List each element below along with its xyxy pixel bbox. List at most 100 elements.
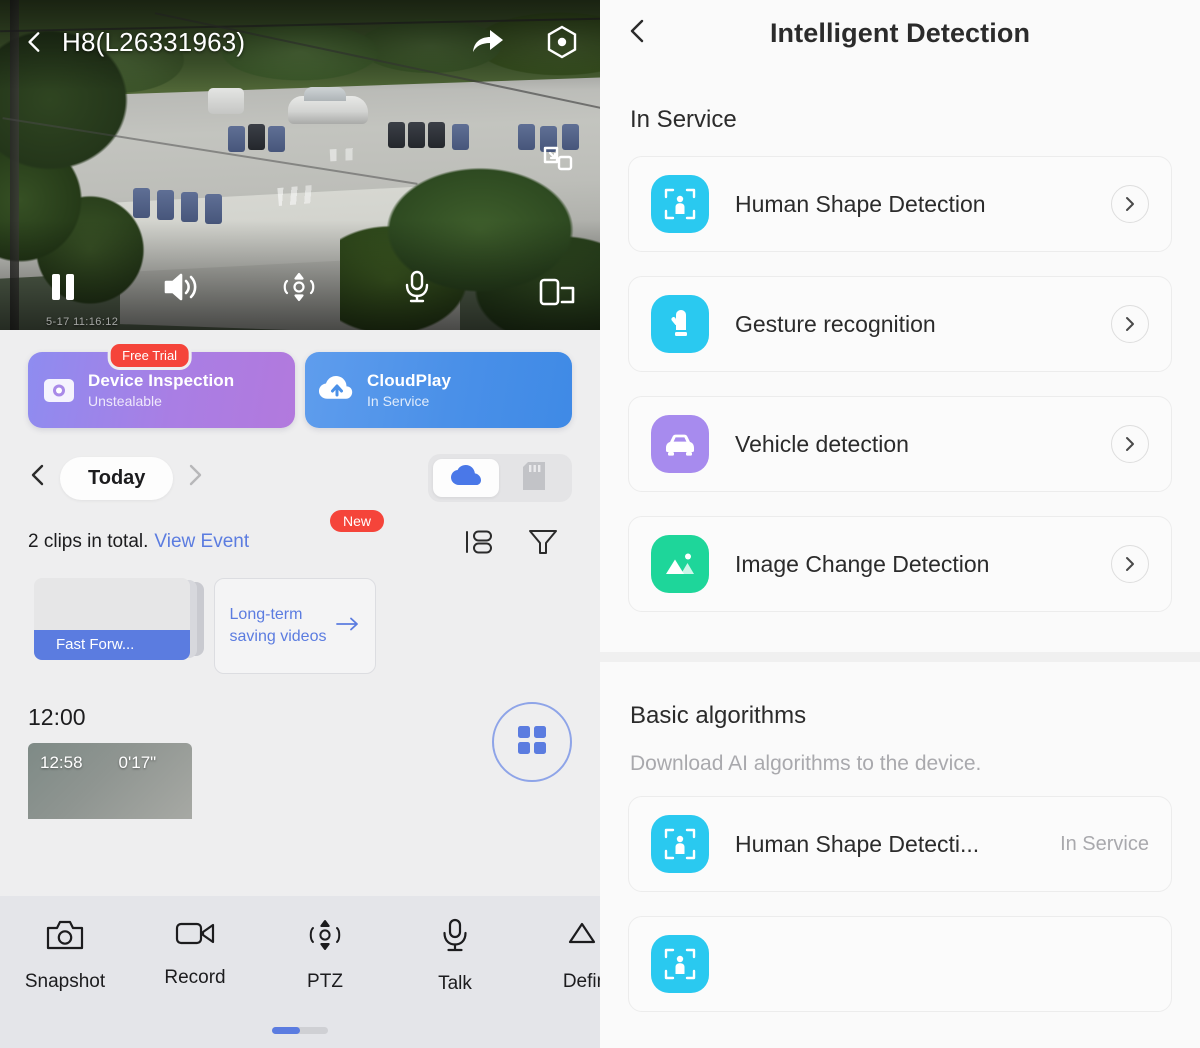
arrow-right-icon xyxy=(336,616,360,637)
human-shape-icon xyxy=(651,935,709,993)
vehicle-car-icon xyxy=(651,415,709,473)
fast-forward-label: Fast Forw... xyxy=(34,630,190,660)
gesture-hand-icon xyxy=(651,295,709,353)
toolbar-item-definition[interactable]: Defin xyxy=(520,918,600,993)
video-timestamp: 5-17 11:16:12 xyxy=(46,316,119,328)
camera-inspect-icon xyxy=(42,375,76,405)
basic-algorithms-heading: Basic algorithms xyxy=(630,702,807,729)
view-event-link[interactable]: View Event xyxy=(154,531,249,553)
video-camera-icon xyxy=(175,918,215,953)
basic-algorithm-label: Human Shape Detecti... xyxy=(735,830,980,857)
live-video-player[interactable]: H8(L26331963) 5-17 11:16:12 xyxy=(0,0,600,330)
chevron-right-icon[interactable] xyxy=(1111,185,1149,223)
toolbar-label: Record xyxy=(164,967,226,988)
toolbar-page-indicator xyxy=(0,1027,600,1048)
detection-label: Vehicle detection xyxy=(735,430,909,457)
timeline-section: 12:00 12:58 0'17" xyxy=(0,674,600,819)
pause-icon[interactable] xyxy=(50,272,76,302)
camera-icon xyxy=(46,918,84,957)
in-service-heading: In Service xyxy=(630,106,737,133)
grid-view-button[interactable] xyxy=(492,702,572,782)
section-divider xyxy=(600,652,1200,662)
date-selector-bar: Today xyxy=(0,428,600,502)
service-title: Device Inspection xyxy=(88,371,235,390)
toolbar-item-record[interactable]: Record xyxy=(130,918,260,989)
toolbar-item-ptz[interactable]: PTZ xyxy=(260,918,390,993)
clips-summary-row: 2 clips in total. View Event New xyxy=(0,502,600,556)
basic-algorithms-subtitle: Download AI algorithms to the device. xyxy=(630,752,982,775)
microphone-icon xyxy=(439,918,471,959)
service-cards: Device Inspection Unstealable Free Trial… xyxy=(0,330,600,428)
basic-algorithm-item[interactable] xyxy=(628,916,1172,1012)
detection-label: Image Change Detection xyxy=(735,550,990,577)
clip-time-label: 12:58 xyxy=(40,753,83,772)
sdcard-storage-option[interactable] xyxy=(501,459,567,497)
next-day-button[interactable] xyxy=(185,463,205,493)
chevron-right-icon[interactable] xyxy=(1111,545,1149,583)
ptz-icon xyxy=(306,918,344,957)
intelligent-detection-panel: Intelligent Detection In Service Human S… xyxy=(600,0,1200,1048)
service-title: CloudPlay xyxy=(367,371,452,390)
chevron-right-icon[interactable] xyxy=(1111,305,1149,343)
cloud-icon xyxy=(451,464,481,492)
long-term-line2: saving videos xyxy=(229,628,327,645)
page-title: Intelligent Detection xyxy=(769,17,1031,48)
share-arrow-icon[interactable] xyxy=(470,27,506,57)
toolbar-item-snapshot[interactable]: Snapshot xyxy=(0,918,130,993)
human-shape-icon xyxy=(651,175,709,233)
grid-four-squares-icon xyxy=(517,725,547,760)
toolbar-label: PTZ xyxy=(307,971,343,992)
microphone-icon[interactable] xyxy=(402,270,432,304)
timeline-hour-label: 12:00 xyxy=(28,704,86,730)
bottom-toolbar: Snapshot Record PTZ Talk Defi xyxy=(0,896,600,1048)
device-inspection-card[interactable]: Device Inspection Unstealable Free Trial xyxy=(28,341,295,428)
video-control-bar xyxy=(0,252,600,322)
chevron-right-icon[interactable] xyxy=(1111,425,1149,463)
list-layout-icon[interactable] xyxy=(464,528,494,556)
toolbar-item-talk[interactable]: Talk xyxy=(390,918,520,995)
storage-source-toggle xyxy=(428,454,572,502)
clip-cards-row: Fast Forw... Long-term saving videos xyxy=(0,556,600,674)
toolbar-label: Snapshot xyxy=(24,971,106,992)
prev-day-button[interactable] xyxy=(28,463,48,493)
detection-label: Human Shape Detection xyxy=(735,190,986,217)
cloud-storage-option[interactable] xyxy=(433,459,499,497)
human-shape-icon xyxy=(651,815,709,873)
basic-algorithm-item[interactable]: Human Shape Detecti... In Service xyxy=(628,796,1172,892)
basic-algorithm-status: In Service xyxy=(1060,832,1149,855)
definition-icon xyxy=(566,918,600,957)
clips-count-label: 2 clips in total. xyxy=(28,531,149,552)
service-subtitle: Unstealable xyxy=(88,393,162,409)
toolbar-label: Talk xyxy=(438,973,472,994)
hexagon-aperture-icon[interactable] xyxy=(546,25,578,59)
device-live-panel: H8(L26331963) 5-17 11:16:12 Device Inspe… xyxy=(0,0,600,1048)
basic-algorithms-section: Basic algorithms Download AI algorithms … xyxy=(600,662,1200,1048)
fast-forward-clip[interactable]: Fast Forw... xyxy=(34,578,204,660)
free-trial-badge: Free Trial xyxy=(107,341,193,370)
long-term-saving-card[interactable]: Long-term saving videos xyxy=(214,578,376,674)
detection-item-image-change[interactable]: Image Change Detection xyxy=(628,516,1172,612)
today-button[interactable]: Today xyxy=(60,456,174,500)
chevron-left-icon[interactable] xyxy=(22,29,48,55)
image-mountain-icon xyxy=(651,535,709,593)
device-title: H8(L26331963) xyxy=(62,26,246,57)
filter-funnel-icon[interactable] xyxy=(528,528,558,556)
in-service-section: In Service Human Shape Detection Gesture… xyxy=(600,66,1200,636)
cloudplay-card[interactable]: CloudPlay In Service xyxy=(305,352,572,428)
long-term-line1: Long-term xyxy=(229,606,303,623)
toolbar-label: Defin xyxy=(562,971,600,992)
detection-item-gesture[interactable]: Gesture recognition xyxy=(628,276,1172,372)
sd-card-icon xyxy=(523,461,545,495)
detection-item-vehicle[interactable]: Vehicle detection xyxy=(628,396,1172,492)
service-subtitle: In Service xyxy=(367,393,430,409)
cloud-upload-icon xyxy=(319,375,355,405)
detection-header: Intelligent Detection xyxy=(600,0,1200,66)
detection-label: Gesture recognition xyxy=(735,310,936,337)
video-top-bar: H8(L26331963) xyxy=(0,0,600,84)
ptz-icon[interactable] xyxy=(281,271,317,303)
picture-in-picture-icon[interactable] xyxy=(542,145,574,175)
timeline-clip-thumb[interactable]: 12:58 0'17" xyxy=(28,743,192,819)
chevron-left-icon[interactable] xyxy=(626,17,656,50)
speaker-icon[interactable] xyxy=(162,271,200,303)
detection-item-human-shape[interactable]: Human Shape Detection xyxy=(628,156,1172,252)
